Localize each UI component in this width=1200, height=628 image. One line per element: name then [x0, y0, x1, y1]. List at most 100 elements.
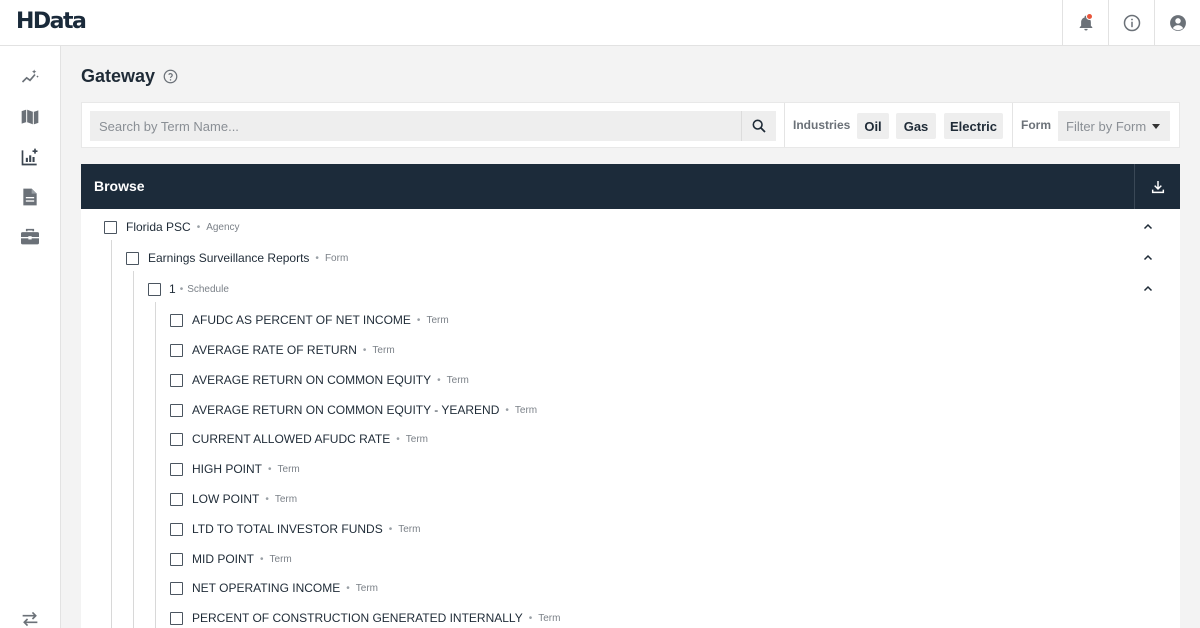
term-name: PERCENT OF CONSTRUCTION GENERATED INTERN… [192, 611, 523, 625]
tree-guide-line [133, 271, 134, 628]
term-name: AFUDC AS PERCENT OF NET INCOME [192, 313, 411, 327]
briefcase-icon [21, 228, 39, 245]
term-name: AVERAGE RETURN ON COMMON EQUITY [192, 373, 432, 387]
document-icon [23, 188, 37, 206]
term-type: Term [372, 344, 395, 356]
separator-dot: • [416, 314, 421, 326]
term-name: HIGH POINT [192, 462, 263, 476]
page-title-row: Gateway [81, 66, 178, 87]
user-account-icon [1169, 15, 1186, 31]
sparkle-chart-icon [21, 69, 39, 83]
term-row[interactable]: LTD TO TOTAL INVESTOR FUNDS • Term [170, 518, 420, 540]
agency-type: Agency [206, 221, 240, 233]
term-checkbox[interactable] [170, 373, 183, 387]
separator-dot: • [362, 344, 367, 356]
industries-label: Industries [793, 118, 851, 132]
term-row[interactable]: AVERAGE RATE OF RETURN • Term [170, 339, 395, 361]
industry-chip-gas[interactable]: Gas [896, 113, 936, 139]
notifications-button[interactable] [1062, 0, 1108, 46]
sidebar-item-library[interactable] [19, 106, 41, 128]
divider [1012, 103, 1013, 147]
term-checkbox[interactable] [170, 611, 183, 625]
agency-name: Florida PSC [126, 220, 191, 234]
tree-row-schedule[interactable]: 1 • Schedule [148, 278, 229, 300]
separator-dot: • [528, 612, 533, 624]
term-checkbox[interactable] [170, 462, 183, 476]
info-button[interactable] [1108, 0, 1154, 46]
collapse-schedule-chevron-up-icon[interactable] [1142, 283, 1154, 295]
term-type: Term [538, 612, 561, 624]
divider [784, 103, 785, 147]
tree-row-form[interactable]: Earnings Surveillance Reports • Form [126, 247, 348, 269]
separator-dot: • [196, 221, 201, 233]
separator-dot: • [396, 433, 400, 445]
term-type: Term [405, 433, 429, 445]
term-checkbox[interactable] [170, 343, 183, 357]
industry-chip-oil[interactable]: Oil [857, 113, 889, 139]
term-row[interactable]: AVERAGE RETURN ON COMMON EQUITY • Term [170, 369, 469, 391]
tree-guide-line [155, 302, 156, 628]
term-row[interactable]: CURRENT ALLOWED AFUDC RATE • Term [170, 428, 428, 450]
separator-dot: • [505, 404, 509, 416]
separator-dot: • [437, 374, 441, 386]
term-checkbox[interactable] [170, 522, 183, 536]
term-name: CURRENT ALLOWED AFUDC RATE [192, 432, 391, 446]
term-checkbox[interactable] [170, 492, 183, 506]
term-row[interactable]: HIGH POINT • Term [170, 458, 300, 480]
industry-chip-electric[interactable]: Electric [944, 113, 1003, 139]
form-checkbox[interactable] [126, 251, 139, 265]
term-type: Term [398, 523, 421, 535]
separator-dot: • [265, 493, 269, 505]
term-checkbox[interactable] [170, 432, 183, 446]
tree-row-agency[interactable]: Florida PSC • Agency [104, 216, 240, 238]
term-type: Term [269, 553, 292, 565]
schedule-checkbox[interactable] [148, 282, 161, 296]
download-button[interactable] [1134, 164, 1180, 209]
form-filter-select[interactable]: Filter by Form [1058, 111, 1170, 141]
sidebar-item-switch[interactable] [19, 608, 41, 628]
term-row[interactable]: NET OPERATING INCOME • Term [170, 577, 378, 599]
sidebar [0, 46, 61, 628]
form-type: Form [324, 252, 349, 264]
form-name: Earnings Surveillance Reports [148, 251, 310, 265]
term-checkbox[interactable] [170, 313, 183, 327]
term-name: LOW POINT [192, 492, 260, 506]
user-account-button[interactable] [1154, 0, 1200, 46]
browse-title: Browse [94, 178, 145, 194]
app-logo[interactable]: HData [16, 9, 87, 34]
sidebar-item-analytics[interactable] [19, 66, 41, 88]
separator-dot: • [315, 252, 319, 264]
separator-dot: • [260, 553, 264, 565]
term-checkbox[interactable] [170, 552, 183, 566]
top-bar: HData [0, 0, 1200, 46]
sidebar-item-add-chart[interactable] [19, 146, 41, 168]
term-checkbox[interactable] [170, 581, 183, 595]
page-title: Gateway [81, 66, 156, 86]
map-book-icon [21, 109, 39, 125]
agency-checkbox[interactable] [104, 220, 117, 234]
term-name: AVERAGE RETURN ON COMMON EQUITY - YEAREN… [192, 403, 500, 417]
collapse-form-chevron-up-icon[interactable] [1142, 252, 1154, 264]
collapse-agency-chevron-up-icon[interactable] [1142, 221, 1154, 233]
term-row[interactable]: AVERAGE RETURN ON COMMON EQUITY - YEAREN… [170, 399, 537, 421]
tree-guide-line [111, 240, 112, 628]
term-checkbox[interactable] [170, 403, 183, 417]
help-icon[interactable] [163, 69, 178, 84]
term-row[interactable]: LOW POINT • Term [170, 488, 297, 510]
term-row[interactable]: PERCENT OF CONSTRUCTION GENERATED INTERN… [170, 607, 560, 628]
separator-dot: • [268, 463, 272, 475]
sidebar-item-documents[interactable] [19, 186, 41, 208]
term-name: AVERAGE RATE OF RETURN [192, 343, 357, 357]
term-row[interactable]: MID POINT • Term [170, 548, 292, 570]
term-name: MID POINT [192, 552, 254, 566]
search-button[interactable] [741, 111, 776, 141]
browse-header: Browse [81, 164, 1180, 209]
browse-panel: Browse Florida PSC • Agency Earnings Sur… [81, 164, 1180, 628]
separator-dot: • [179, 283, 184, 295]
term-row[interactable]: AFUDC AS PERCENT OF NET INCOME • Term [170, 309, 449, 331]
swap-arrows-icon [22, 611, 38, 627]
sidebar-item-portfolio[interactable] [19, 226, 41, 248]
search-input[interactable] [90, 111, 742, 141]
notification-badge [1086, 13, 1093, 20]
schedule-type: Schedule [187, 283, 229, 295]
